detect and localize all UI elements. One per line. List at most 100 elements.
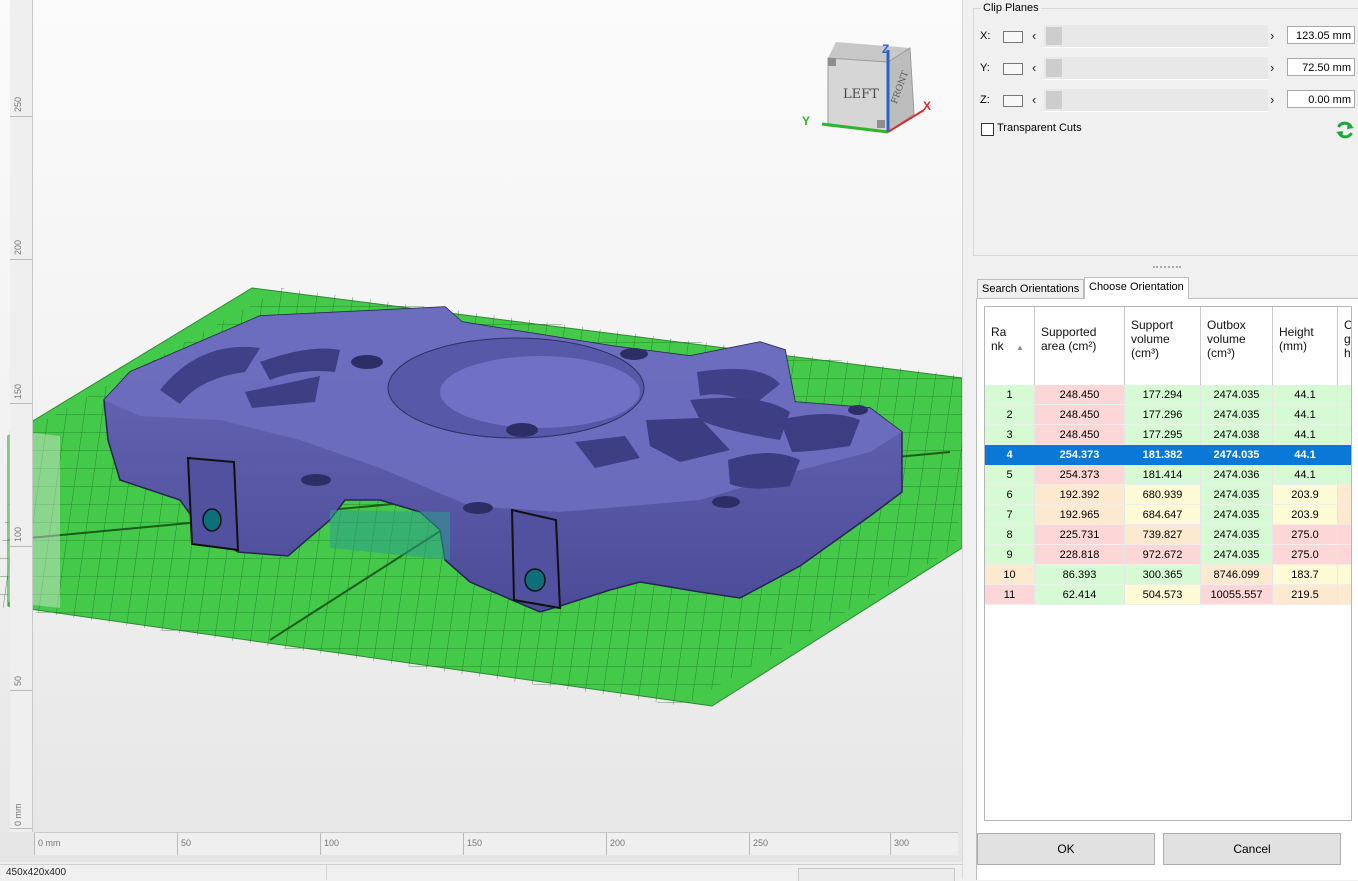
orientation-table[interactable]: Ra nk ▲ Supported area (cm²) Support volume… <box>984 306 1352 821</box>
cube-left-label[interactable]: LEFT <box>843 87 879 102</box>
choose-orientation-panel: Ra nk ▲ Supported area (cm²) Support volume… <box>976 298 1358 880</box>
status-separator <box>326 865 327 880</box>
ruler-tick <box>34 833 35 855</box>
clip-z-enable-checkbox[interactable] <box>1003 95 1023 107</box>
clip-axis-label: X: <box>980 30 991 42</box>
table-cell <box>1338 425 1351 445</box>
chevron-right-icon[interactable]: › <box>1270 60 1274 75</box>
table-cell: 254.373 <box>1035 465 1125 485</box>
table-cell: 177.295 <box>1125 425 1201 445</box>
clip-y-enable-checkbox[interactable] <box>1003 63 1023 75</box>
panel-splitter-handle[interactable] <box>1153 266 1181 270</box>
table-cell: 2474.035 <box>1201 505 1273 525</box>
table-cell: 2474.035 <box>1201 445 1273 465</box>
column-header-label: Ra nk <box>991 325 1007 353</box>
tab-choose-orientation[interactable]: Choose Orientation <box>1084 277 1189 299</box>
table-row[interactable]: 1 248.450 177.294 2474.035 44.1 <box>985 385 1351 405</box>
table-row[interactable]: 8 225.731 739.827 2474.035 275.0 <box>985 525 1351 545</box>
status-dimensions: 450x420x400 <box>6 867 67 878</box>
scene-canvas[interactable] <box>0 0 962 862</box>
chevron-right-icon[interactable]: › <box>1270 92 1274 107</box>
table-cell: 181.414 <box>1125 465 1201 485</box>
table-cell: 2474.038 <box>1201 425 1273 445</box>
table-row[interactable]: 6 192.392 680.939 2474.035 203.9 <box>985 485 1351 505</box>
table-cell: 10055.557 <box>1201 585 1273 605</box>
ruler-tick <box>10 259 32 260</box>
clip-y-slider[interactable] <box>1044 57 1268 80</box>
table-cell: 684.647 <box>1125 505 1201 525</box>
ruler-label: 0 mm <box>38 838 61 848</box>
clip-x-value-field[interactable]: 123.05 mm <box>1287 26 1355 44</box>
table-cell: 254.373 <box>1035 445 1125 465</box>
table-row[interactable]: 9 228.818 972.672 2474.035 275.0 <box>985 545 1351 565</box>
column-header-label: Height (mm) <box>1279 325 1314 353</box>
ruler-tick <box>177 833 178 855</box>
table-cell <box>1338 565 1351 585</box>
table-cell: 225.731 <box>1035 525 1125 545</box>
ruler-tick <box>10 116 32 117</box>
ruler-label: 300 <box>894 838 910 848</box>
clip-y-value-field[interactable]: 72.50 mm <box>1287 58 1355 76</box>
column-header-label: Outbox volume (cm³) <box>1207 318 1246 360</box>
table-cell: 275.0 <box>1273 545 1338 565</box>
clip-x-slider[interactable] <box>1044 25 1268 48</box>
ok-button[interactable]: OK <box>977 833 1155 865</box>
clip-z-value-field[interactable]: 0.00 mm <box>1287 90 1355 108</box>
table-cell <box>1338 525 1351 545</box>
column-header-label: Support volume (cm³) <box>1131 318 1174 360</box>
ruler-tick <box>606 833 607 855</box>
table-cell <box>1338 405 1351 425</box>
clip-axis-label: Z: <box>980 94 990 106</box>
table-cell: 300.365 <box>1125 565 1201 585</box>
transparent-cuts-checkbox[interactable] <box>981 123 994 136</box>
table-cell <box>1338 545 1351 565</box>
clip-axis-label: Y: <box>980 62 990 74</box>
3d-viewport[interactable]: LEFT FRONT X Y Z 0 mm 50 100 150 200 250… <box>0 0 962 862</box>
right-panel: Clip Planes X: ‹ › 123.05 mm Y: ‹ › 72.5… <box>962 0 1358 880</box>
clip-y-slider-thumb[interactable] <box>1046 59 1062 77</box>
table-cell: 5 <box>985 465 1035 485</box>
table-cell: 2474.035 <box>1201 385 1273 405</box>
table-row[interactable]: 10 86.393 300.365 8746.099 183.7 <box>985 565 1351 585</box>
table-cell <box>1338 385 1351 405</box>
tab-search-orientations[interactable]: Search Orientations <box>977 279 1085 298</box>
chevron-left-icon[interactable]: ‹ <box>1032 28 1036 43</box>
clip-z-slider[interactable] <box>1044 89 1268 112</box>
column-header-height[interactable]: Height (mm) <box>1273 307 1338 385</box>
table-row[interactable]: 7 192.965 684.647 2474.035 203.9 <box>985 505 1351 525</box>
table-row[interactable]: 2 248.450 177.296 2474.035 44.1 <box>985 405 1351 425</box>
column-header-rank[interactable]: Ra nk ▲ <box>985 307 1035 385</box>
clip-planes-title: Clip Planes <box>981 2 1041 14</box>
table-row[interactable]: 11 62.414 504.573 10055.557 219.5 <box>985 585 1351 605</box>
column-header-support-volume[interactable]: Support volume (cm³) <box>1125 307 1201 385</box>
table-row[interactable]: 3 248.450 177.295 2474.038 44.1 <box>985 425 1351 445</box>
table-row[interactable]: 4 254.373 181.382 2474.035 44.1 <box>985 445 1351 465</box>
table-row[interactable]: 5 254.373 181.414 2474.036 44.1 <box>985 465 1351 485</box>
transparent-cuts-label[interactable]: Transparent Cuts <box>997 122 1082 134</box>
table-header: Ra nk ▲ Supported area (cm²) Support volume… <box>985 307 1352 386</box>
horizontal-ruler: 0 mm 50 100 150 200 250 300 <box>34 832 958 855</box>
table-cell: 7 <box>985 505 1035 525</box>
ruler-label: 100 <box>13 526 23 542</box>
column-header-label: Cgh <box>1344 318 1352 360</box>
column-header-outbox-volume[interactable]: Outbox volume (cm³) <box>1201 307 1273 385</box>
table-cell: 177.294 <box>1125 385 1201 405</box>
chevron-right-icon[interactable]: › <box>1270 28 1274 43</box>
table-cell: 4 <box>985 445 1035 465</box>
column-header-truncated[interactable]: Cgh <box>1338 307 1352 385</box>
clip-x-slider-thumb[interactable] <box>1046 27 1062 45</box>
ruler-tick <box>749 833 750 855</box>
table-cell: 44.1 <box>1273 405 1338 425</box>
ruler-label: 50 <box>181 838 192 848</box>
table-cell: 44.1 <box>1273 465 1338 485</box>
table-cell: 177.296 <box>1125 405 1201 425</box>
clip-z-slider-thumb[interactable] <box>1046 91 1062 109</box>
refresh-icon[interactable] <box>1334 119 1356 141</box>
chevron-left-icon[interactable]: ‹ <box>1032 60 1036 75</box>
chevron-left-icon[interactable]: ‹ <box>1032 92 1036 107</box>
cancel-button[interactable]: Cancel <box>1163 833 1341 865</box>
column-header-supported-area[interactable]: Supported area (cm²) <box>1035 307 1125 385</box>
table-cell: 203.9 <box>1273 485 1338 505</box>
clip-x-enable-checkbox[interactable] <box>1003 31 1023 43</box>
ruler-tick <box>10 828 32 829</box>
